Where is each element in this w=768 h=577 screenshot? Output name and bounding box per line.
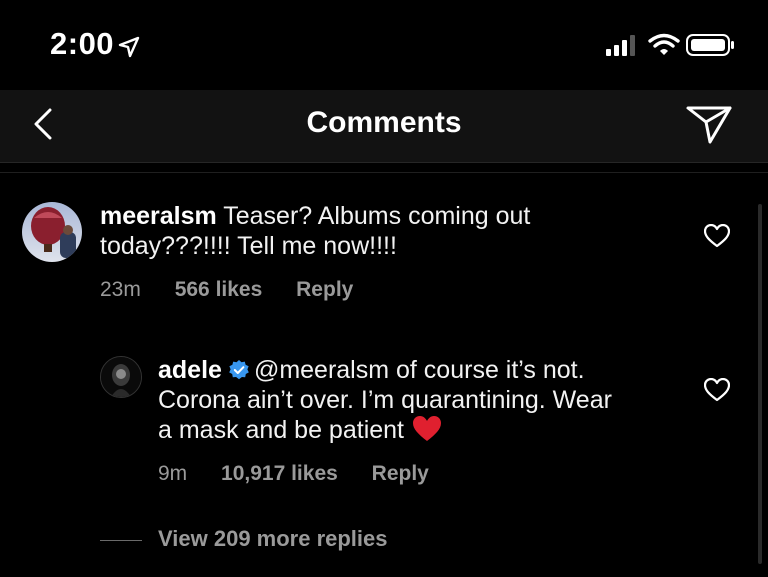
comment-body-line2: today???!!!! Tell me now!!!! xyxy=(100,232,397,260)
likes-count[interactable]: 566 likes xyxy=(175,278,263,301)
likes-count[interactable]: 10,917 likes xyxy=(221,462,338,485)
comment-text: meeralsm Teaser? Albums coming out today… xyxy=(100,201,720,261)
replies-divider-line xyxy=(100,540,142,541)
battery-icon xyxy=(686,34,734,56)
paper-plane-icon[interactable] xyxy=(684,100,734,146)
red-heart-emoji xyxy=(413,416,441,441)
reply-button[interactable]: Reply xyxy=(372,462,429,485)
status-time: 2:00 xyxy=(50,26,115,61)
location-arrow-icon xyxy=(118,36,140,58)
mention-link[interactable]: @meeralsm xyxy=(254,356,389,384)
comment-username[interactable]: meeralsm xyxy=(100,202,217,230)
comment-body-line3: a mask and be patient xyxy=(158,416,404,444)
comment-username[interactable]: adele xyxy=(158,356,222,384)
divider xyxy=(0,172,768,173)
comment-body-line1: of course it’s not. xyxy=(396,356,585,384)
comment-meta: 23m 566 likes Reply xyxy=(100,278,381,302)
view-more-replies-button[interactable]: View 209 more replies xyxy=(158,526,388,552)
page-title: Comments xyxy=(306,106,462,139)
verified-badge-icon xyxy=(229,360,249,380)
comment-text: adele @meeralsm of course it’s not. Coro… xyxy=(158,355,718,445)
comment-time: 23m xyxy=(100,278,141,301)
status-bar: 2:00 xyxy=(0,0,768,90)
comment-time: 9m xyxy=(158,462,188,485)
wifi-icon xyxy=(648,33,680,55)
comment-body-line2: Corona ain’t over. I’m quarantining. Wea… xyxy=(158,386,612,414)
comment-meta: 9m 10,917 likes Reply xyxy=(158,462,457,486)
heart-outline-icon[interactable] xyxy=(704,378,730,402)
heart-outline-icon[interactable] xyxy=(704,224,730,248)
reply-button[interactable]: Reply xyxy=(296,278,353,301)
comment-body-line1: Teaser? Albums coming out xyxy=(223,202,531,230)
comments-header: Comments xyxy=(0,90,768,163)
cellular-signal-icon xyxy=(606,35,635,56)
scrollbar[interactable] xyxy=(758,204,762,564)
avatar[interactable] xyxy=(22,202,82,262)
avatar[interactable] xyxy=(100,356,142,398)
